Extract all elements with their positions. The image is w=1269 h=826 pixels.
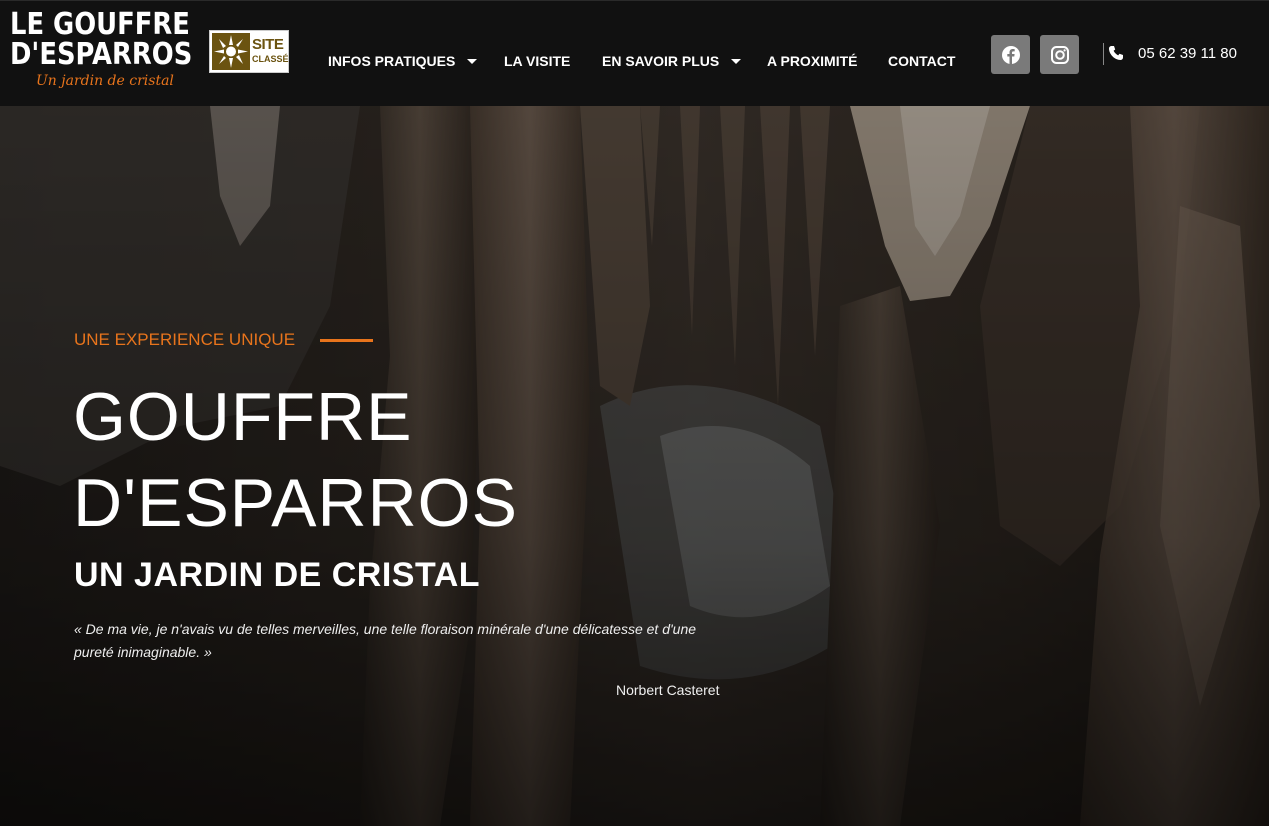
nav-item-a-proximite[interactable]: A PROXIMITÉ: [767, 53, 858, 69]
facebook-icon: [1001, 45, 1020, 64]
caret-down-icon: [467, 58, 478, 64]
nav-item-la-visite[interactable]: LA VISITE: [504, 53, 570, 69]
phone-number-link[interactable]: 05 62 39 11 80: [1138, 45, 1237, 62]
hero-title-line2: D'ESPARROS: [73, 465, 518, 541]
site-classe-badge: SITE CLASSÉ: [209, 30, 289, 73]
site-logo[interactable]: LE GOUFFRE D'ESPARROS Un jardin de crist…: [8, 9, 192, 95]
hero-title: GOUFFRE D'ESPARROS: [73, 374, 673, 546]
hero-quote: « De ma vie, je n'avais vu de telles mer…: [74, 621, 697, 660]
phone-icon: [1109, 46, 1123, 60]
nav-item-contact[interactable]: CONTACT: [888, 53, 955, 69]
nav-item-infos-pratiques[interactable]: INFOS PRATIQUES: [328, 53, 478, 69]
nav-item-en-savoir-plus[interactable]: EN SAVOIR PLUS: [602, 53, 742, 69]
nav-item-label: INFOS PRATIQUES: [328, 53, 456, 69]
nav-item-label: A PROXIMITÉ: [767, 53, 858, 69]
nav-item-label: CONTACT: [888, 53, 956, 69]
sun-emblem-icon: [212, 33, 250, 70]
site-header: LE GOUFFRE D'ESPARROS Un jardin de crist…: [0, 0, 1269, 106]
caret-down-icon: [731, 58, 742, 64]
hero-title-line1: GOUFFRE: [73, 379, 413, 455]
hero-section: UNE EXPERIENCE UNIQUE GOUFFRE D'ESPARROS…: [0, 106, 1269, 826]
quote-author: Norbert Casteret: [616, 682, 720, 698]
hero-subtitle: UN JARDIN DE CRISTAL: [74, 556, 481, 594]
nav-item-label: EN SAVOIR PLUS: [602, 53, 720, 69]
header-divider: [1103, 43, 1104, 65]
facebook-button[interactable]: [991, 35, 1030, 74]
badge-site-text: SITE: [252, 36, 284, 53]
hero-kicker: UNE EXPERIENCE UNIQUE: [74, 330, 296, 349]
instagram-button[interactable]: [1040, 35, 1079, 74]
logo-tagline: Un jardin de cristal: [36, 73, 174, 89]
nav-item-label: LA VISITE: [504, 53, 571, 69]
kicker-underline: [320, 339, 373, 342]
badge-classe-text: CLASSÉ: [252, 54, 289, 64]
logo-line2: D'ESPARROS: [10, 37, 193, 72]
instagram-icon: [1050, 45, 1069, 64]
